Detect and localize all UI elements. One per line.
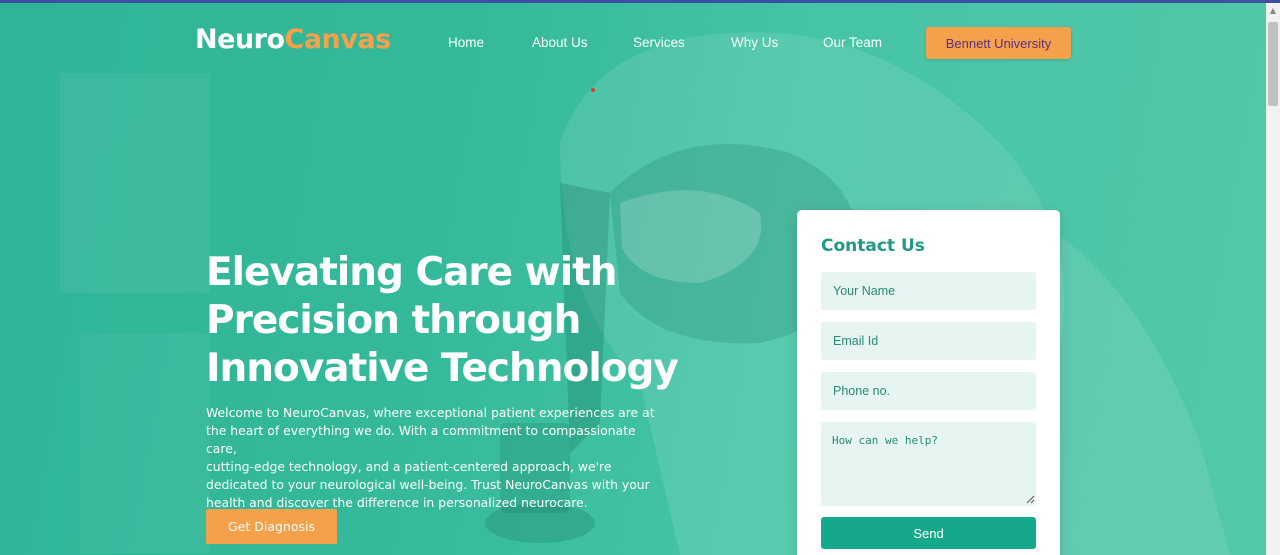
headline-line: Precision through [206, 298, 581, 343]
logo[interactable]: NeuroCanvas [195, 24, 391, 55]
nav-why-us[interactable]: Why Us [731, 35, 778, 50]
phone-field[interactable] [821, 372, 1036, 410]
intro-line: cutting-edge technology, and a patient-c… [206, 459, 612, 474]
logo-part-neuro: Neuro [195, 24, 285, 55]
cursor-dot [591, 88, 595, 92]
hero-intro-text: Welcome to NeuroCanvas, where exceptiona… [206, 404, 666, 512]
logo-part-canvas: Canvas [284, 24, 392, 55]
email-field[interactable] [821, 322, 1036, 360]
nav-services[interactable]: Services [633, 35, 685, 50]
hero-headline: Elevating Care with Precision through In… [206, 249, 726, 393]
headline-line: Innovative Technology [206, 346, 679, 391]
nav-our-team[interactable]: Our Team [823, 35, 882, 50]
resize-grip-icon[interactable] [1025, 494, 1035, 504]
intro-line: Welcome to NeuroCanvas, where exceptiona… [206, 405, 655, 420]
get-diagnosis-button[interactable]: Get Diagnosis [206, 509, 337, 544]
headline-line: Elevating Care with [206, 250, 617, 295]
intro-line: dedicated to your neurological well-bein… [206, 477, 650, 492]
send-button[interactable]: Send [821, 517, 1036, 549]
nav-about-us[interactable]: About Us [532, 35, 588, 50]
name-field[interactable] [821, 272, 1036, 310]
nav-home[interactable]: Home [448, 35, 484, 50]
bennett-university-button[interactable]: Bennett University [926, 27, 1071, 59]
scrollbar-thumb[interactable] [1268, 22, 1278, 106]
contact-title: Contact Us [821, 236, 925, 256]
scroll-up-arrow-icon[interactable]: ▲ [1266, 3, 1280, 19]
message-textarea[interactable] [821, 422, 1036, 506]
intro-line: the heart of everything we do. With a co… [206, 423, 636, 456]
